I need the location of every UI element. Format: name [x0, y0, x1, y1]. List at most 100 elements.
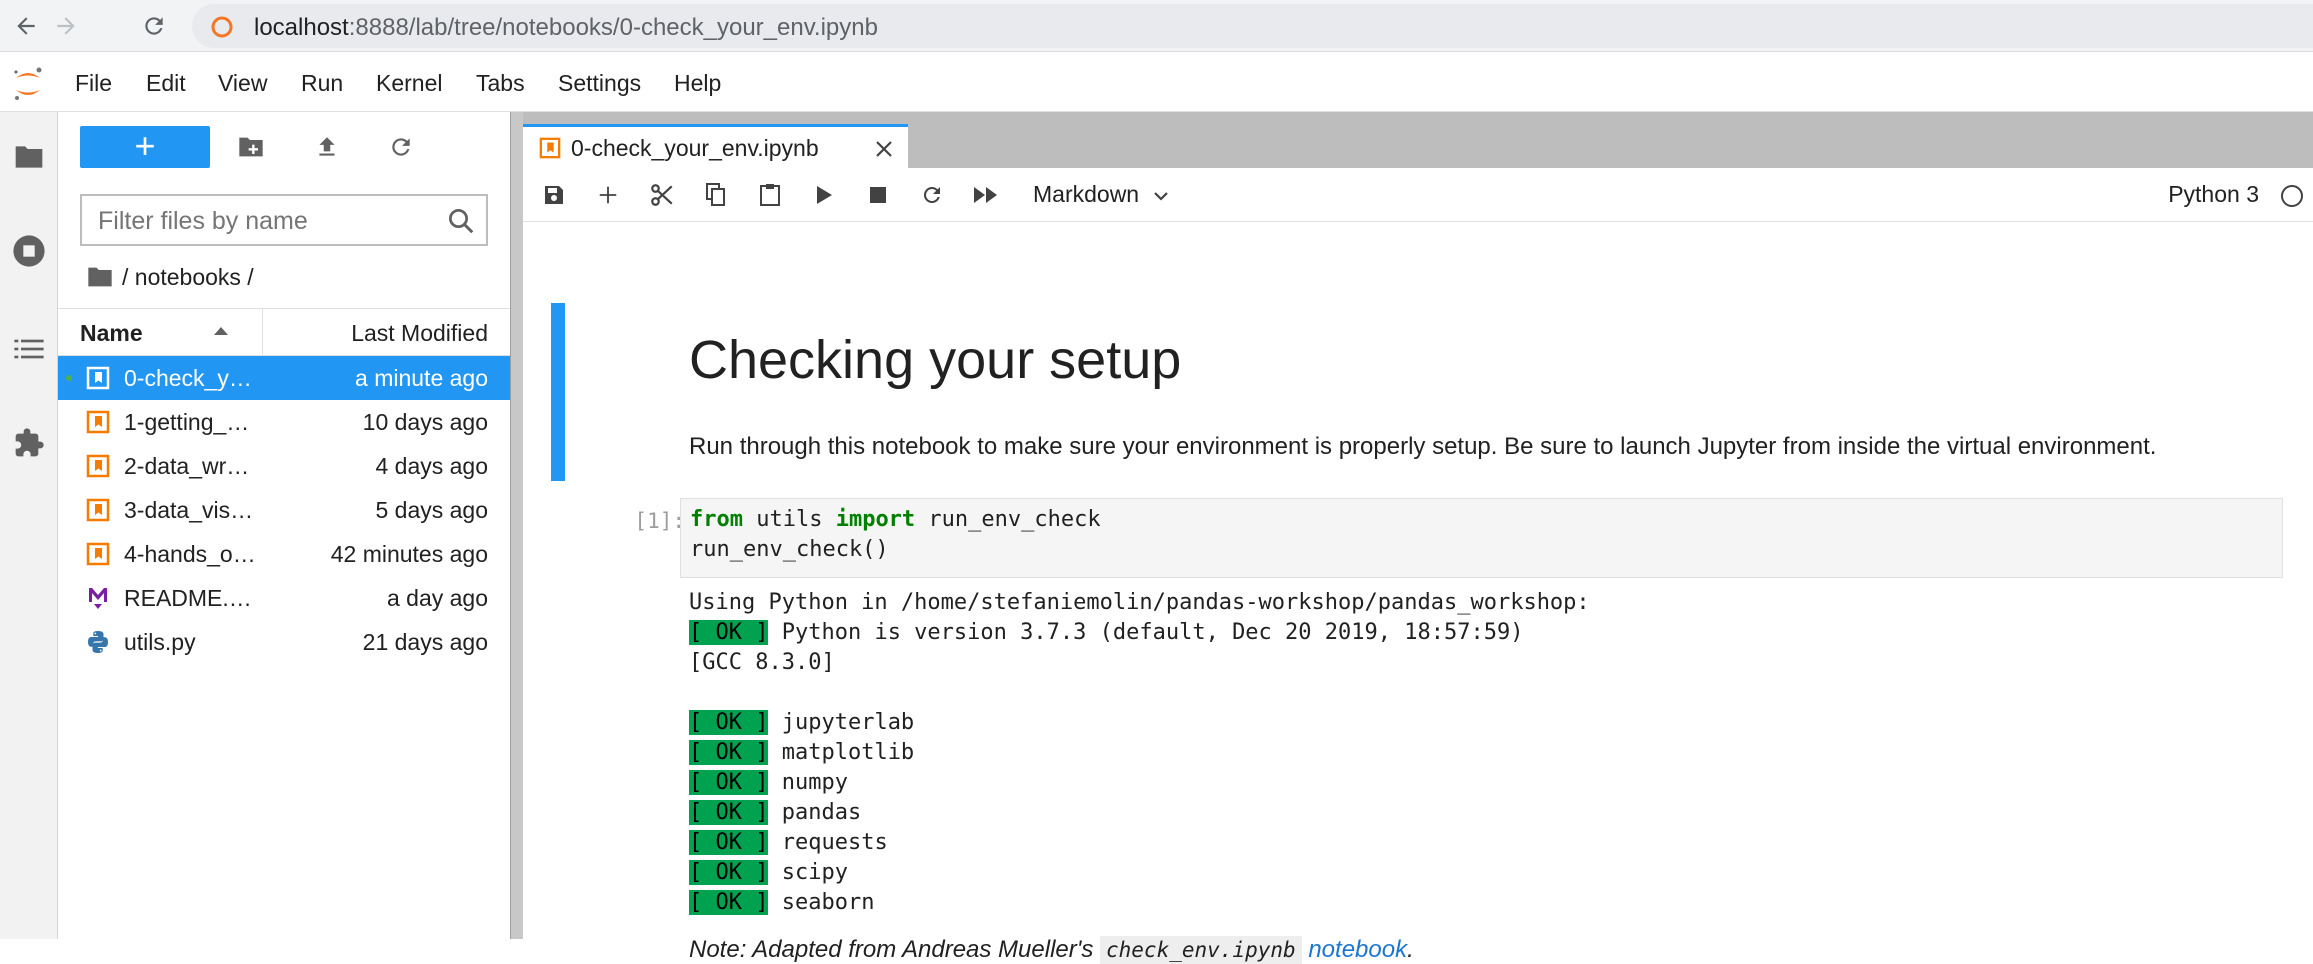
- folder-icon[interactable]: [86, 265, 114, 289]
- file-row[interactable]: 0-check_y… a minute ago: [58, 356, 510, 400]
- code-text: utils: [742, 507, 836, 532]
- run-cell-button[interactable]: [809, 180, 839, 210]
- notebook-toolbar: Markdown Python 3: [523, 168, 2313, 222]
- running-sessions-tab[interactable]: [10, 232, 48, 270]
- active-cell-indicator[interactable]: [551, 303, 565, 481]
- output-text: pandas: [768, 800, 862, 825]
- notebook-cells: Checking your setup Run through this not…: [523, 223, 2313, 964]
- back-button[interactable]: [8, 8, 44, 44]
- search-icon[interactable]: [446, 206, 476, 236]
- tab-notebook[interactable]: 0-check_your_env.ipynb: [523, 124, 908, 168]
- menu-file[interactable]: File: [75, 70, 112, 97]
- markdown-heading: Checking your setup: [689, 330, 1182, 390]
- notebook-icon: [539, 137, 561, 159]
- code-line: run_env_check(): [690, 537, 889, 562]
- paste-button[interactable]: [755, 180, 785, 210]
- panel-splitter[interactable]: [510, 112, 523, 939]
- restart-kernel-button[interactable]: [917, 180, 947, 210]
- code-line: from utils import run_env_check: [690, 507, 1101, 532]
- column-modified-header[interactable]: Last Modified: [351, 320, 488, 347]
- file-modified: 10 days ago: [362, 409, 488, 435]
- file-modified: 42 minutes ago: [330, 541, 488, 567]
- new-folder-icon: [239, 137, 263, 157]
- jupyter-logo-icon[interactable]: [10, 64, 46, 104]
- extension-manager-tab[interactable]: [10, 424, 48, 462]
- file-row[interactable]: 4-hands_o… 42 minutes ago: [58, 532, 510, 576]
- upload-icon: [319, 137, 335, 156]
- ok-badge: [ OK ]: [689, 710, 769, 735]
- column-name-header[interactable]: Name: [80, 320, 143, 347]
- save-button[interactable]: [539, 180, 569, 210]
- file-row[interactable]: utils.py 21 days ago: [58, 620, 510, 664]
- close-icon[interactable]: [874, 139, 894, 159]
- refresh-button[interactable]: [384, 130, 418, 164]
- upload-button[interactable]: [310, 130, 344, 164]
- file-row[interactable]: 1-getting_… 10 days ago: [58, 400, 510, 444]
- menu-edit[interactable]: Edit: [146, 70, 186, 97]
- file-row[interactable]: 3-data_vis… 5 days ago: [58, 488, 510, 532]
- ok-badge: [ OK ]: [689, 800, 769, 825]
- new-folder-button[interactable]: [234, 130, 268, 164]
- output-text: numpy: [768, 770, 848, 795]
- refresh-icon: [392, 138, 410, 156]
- chevron-down-icon[interactable]: [1153, 190, 1169, 202]
- cell-type-select[interactable]: Markdown: [1033, 181, 1139, 208]
- copy-button[interactable]: [701, 180, 731, 210]
- activity-bar: [0, 112, 58, 939]
- restart-run-all-button[interactable]: [971, 180, 1001, 210]
- sort-ascending-icon: [214, 327, 228, 335]
- notebook-icon: [86, 498, 110, 522]
- column-divider[interactable]: [262, 309, 263, 355]
- output-line: [ OK ] numpy: [689, 768, 848, 798]
- new-launcher-button[interactable]: +: [80, 126, 210, 168]
- file-browser-tab[interactable]: [10, 138, 48, 176]
- file-name: utils.py: [124, 629, 196, 655]
- markdown-paragraph: Run through this notebook to make sure y…: [689, 433, 2157, 460]
- stop-circle-icon: [13, 235, 45, 267]
- output-text: Python is version 3.7.3 (default, Dec 20…: [768, 620, 1524, 645]
- arrow-left-icon: [17, 17, 35, 35]
- notebook-link[interactable]: notebook: [1308, 936, 1407, 963]
- file-name: 0-check_y…: [124, 365, 252, 391]
- kernel-status-icon: [2281, 185, 2303, 207]
- scissors-icon: [651, 184, 673, 206]
- puzzle-icon: [15, 428, 44, 457]
- file-modified: 4 days ago: [375, 453, 488, 479]
- folder-icon: [15, 146, 43, 168]
- url-path: :8888/lab/tree/notebooks/0-check_your_en…: [348, 14, 878, 41]
- ok-badge: [ OK ]: [689, 620, 769, 645]
- menu-kernel[interactable]: Kernel: [376, 70, 442, 97]
- reload-button[interactable]: [136, 8, 172, 44]
- address-bar[interactable]: localhost:8888/lab/tree/notebooks/0-chec…: [192, 4, 2313, 48]
- menu-help[interactable]: Help: [674, 70, 721, 97]
- notebook-icon: [86, 542, 110, 566]
- menubar: File Edit View Run Kernel Tabs Settings …: [0, 52, 2313, 112]
- output-line: [ OK ] Python is version 3.7.3 (default,…: [689, 618, 1523, 648]
- file-row[interactable]: 2-data_wr… 4 days ago: [58, 444, 510, 488]
- kernel-name[interactable]: Python 3: [2168, 181, 2259, 208]
- file-row[interactable]: README.… a day ago: [58, 576, 510, 620]
- notebook-icon: [86, 366, 110, 390]
- notebook-icon: [86, 454, 110, 478]
- ok-badge: [ OK ]: [689, 740, 769, 765]
- markdown-icon: [89, 588, 107, 609]
- menu-settings[interactable]: Settings: [558, 70, 641, 97]
- note-suffix: .: [1407, 936, 1414, 963]
- note-text: Note: Adapted from Andreas Mueller's: [689, 936, 1100, 963]
- menu-tabs[interactable]: Tabs: [476, 70, 525, 97]
- breadcrumb-path[interactable]: / notebooks /: [122, 264, 254, 291]
- forward-button[interactable]: [48, 8, 84, 44]
- code-cell-editor[interactable]: from utils import run_env_check run_env_…: [680, 498, 2283, 578]
- menu-run[interactable]: Run: [301, 70, 343, 97]
- output-text: requests: [768, 830, 888, 855]
- menu-view[interactable]: View: [218, 70, 267, 97]
- interrupt-kernel-button[interactable]: [863, 180, 893, 210]
- table-of-contents-tab[interactable]: [10, 330, 48, 368]
- input-prompt: [1]:: [634, 509, 685, 533]
- file-name: 2-data_wr…: [124, 453, 250, 479]
- output-text: seaborn: [768, 890, 875, 915]
- filter-files-input[interactable]: [96, 206, 426, 236]
- cut-button[interactable]: [647, 180, 677, 210]
- insert-cell-button[interactable]: [593, 180, 623, 210]
- file-modified: 21 days ago: [362, 629, 488, 655]
